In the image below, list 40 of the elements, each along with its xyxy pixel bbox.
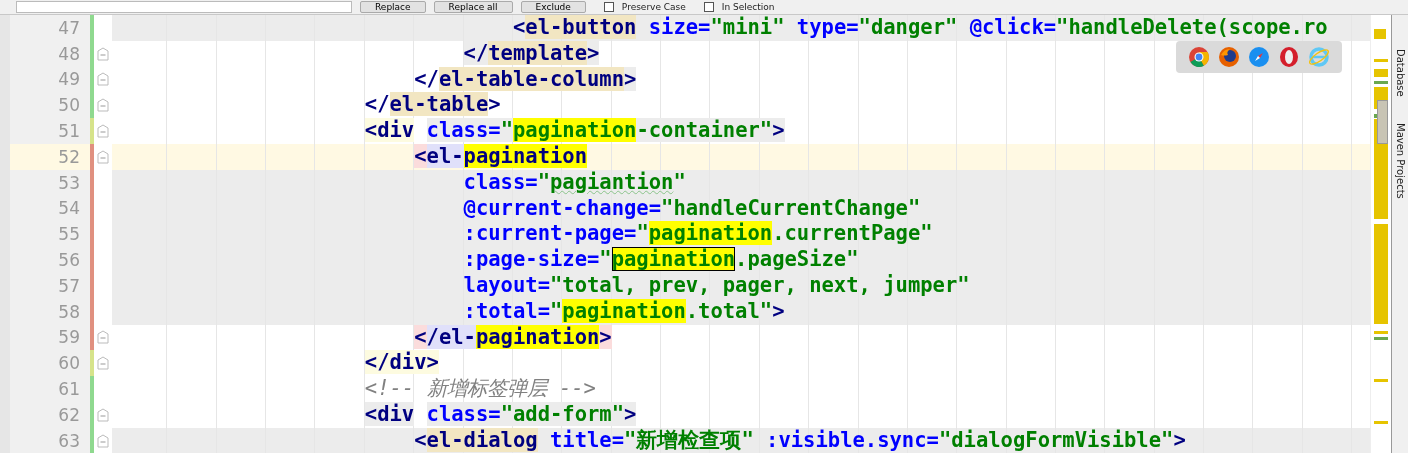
scrollbar-thumb[interactable]	[1377, 100, 1388, 144]
line-number: 60	[57, 353, 81, 374]
browser-icon[interactable]	[1278, 46, 1300, 68]
line-number: 59	[57, 327, 81, 348]
fold-icon[interactable]	[97, 98, 109, 113]
checkbox-label: In Selection	[721, 2, 775, 12]
line-number: 58	[57, 301, 81, 322]
browser-icon[interactable]	[1218, 46, 1240, 68]
fold-icon[interactable]	[97, 46, 109, 61]
search-field[interactable]	[16, 1, 352, 13]
line-number: 54	[57, 198, 81, 219]
line-number: 47	[57, 17, 81, 38]
find-bar-button[interactable]: Exclude	[520, 1, 586, 13]
fold-icon[interactable]	[97, 407, 109, 422]
line-number: 61	[57, 379, 81, 400]
line-number: 53	[57, 172, 81, 193]
fold-icon[interactable]	[97, 356, 109, 371]
fold-icon[interactable]	[97, 149, 109, 164]
line-number: 57	[57, 275, 81, 296]
line-number: 56	[57, 250, 81, 271]
line-number: 62	[57, 404, 81, 425]
find-bar-button[interactable]: Replace all	[433, 1, 513, 13]
browser-icon[interactable]	[1188, 46, 1210, 68]
line-number: 50	[57, 95, 81, 116]
line-number: 48	[57, 43, 81, 64]
fold-icon[interactable]	[97, 433, 109, 448]
tool-window-tab[interactable]: Maven Projects	[1394, 122, 1406, 199]
checkbox-label: Preserve Case	[621, 2, 686, 12]
find-bar-button[interactable]: Replace	[360, 1, 426, 13]
checkbox[interactable]	[703, 2, 714, 12]
line-number: 52	[57, 146, 81, 167]
tool-window-tab[interactable]: Database	[1394, 49, 1406, 97]
fold-icon[interactable]	[97, 330, 109, 345]
line-number: 63	[57, 430, 81, 451]
fold-icon[interactable]	[97, 72, 109, 87]
checkbox[interactable]	[603, 2, 614, 12]
line-number: 55	[57, 224, 81, 245]
line-number: 51	[57, 121, 81, 142]
fold-icon[interactable]	[97, 124, 109, 139]
line-number: 49	[57, 69, 81, 90]
